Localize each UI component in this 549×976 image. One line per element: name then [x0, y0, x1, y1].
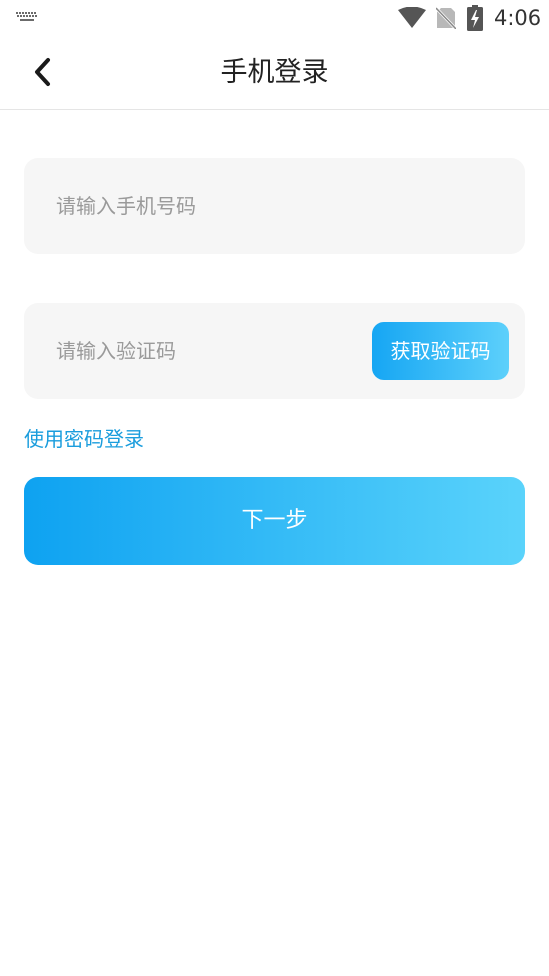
code-input[interactable]: [56, 303, 356, 399]
password-login-link[interactable]: 使用密码登录: [24, 424, 144, 454]
page-title: 手机登录: [220, 57, 329, 88]
chevron-left-icon: [35, 58, 50, 86]
nav-bar: 手机登录: [0, 36, 549, 110]
status-bar: 4:06: [0, 0, 549, 36]
wifi-icon: [398, 7, 426, 28]
get-code-button[interactable]: 获取验证码: [372, 322, 509, 380]
battery-charging-icon: [467, 5, 483, 31]
status-time: 4:06: [494, 6, 542, 30]
code-field: 获取验证码: [24, 303, 525, 399]
no-sim-icon: [436, 7, 456, 29]
keyboard-icon: [16, 12, 37, 21]
next-button[interactable]: 下一步: [24, 477, 525, 565]
phone-field: [24, 158, 525, 254]
phone-input[interactable]: [56, 158, 496, 254]
back-button[interactable]: [26, 54, 62, 90]
